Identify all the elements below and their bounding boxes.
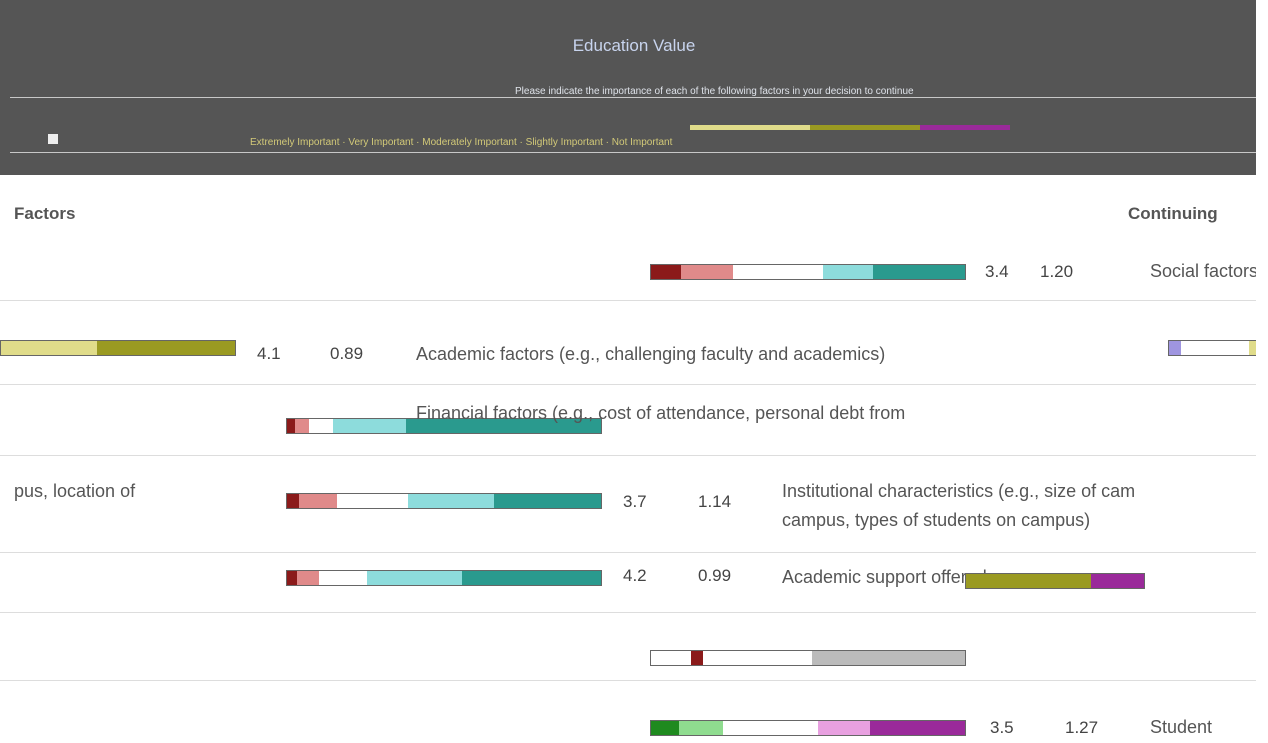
sd-value: 1.27 (1065, 718, 1099, 737)
row-divider (0, 552, 1268, 553)
rating-bar (286, 493, 602, 509)
page-title: Education Value (572, 36, 696, 55)
header-legend: Extremely Important · Very Important · M… (250, 137, 673, 148)
header-subtitle: Please indicate the importance of each o… (515, 86, 914, 97)
factor-label: Student (1150, 717, 1213, 737)
mean-value: 3.4 (985, 262, 1009, 281)
rating-bar (650, 264, 966, 280)
header-panel: Education Value Please indicate the impo… (0, 0, 1268, 175)
factor-label-left: pus, location of (14, 481, 136, 501)
right-edge (1256, 0, 1268, 734)
row-divider (0, 455, 1268, 456)
factor-label: Academic support offered (782, 567, 987, 587)
mean-value: 4.1 (257, 344, 281, 363)
legend-bar-khaki (690, 125, 810, 130)
sd-value: 1.20 (1040, 262, 1074, 281)
rating-bar (286, 570, 602, 586)
rating-bar (965, 573, 1145, 589)
rating-bar (0, 340, 236, 356)
factor-label: Financial factors (e.g., cost of attenda… (416, 403, 906, 423)
mean-value: 4.2 (623, 566, 647, 585)
mean-value: 3.7 (623, 492, 647, 511)
legend-bar-olive (810, 125, 920, 130)
continuing-column-header: Continuing (1128, 204, 1218, 223)
factor-label: Institutional characteristics (e.g., siz… (782, 481, 1136, 501)
row-divider (0, 384, 1268, 385)
factor-label: Social factors (1150, 261, 1259, 281)
rating-bar (650, 650, 966, 666)
rating-bar (1168, 340, 1258, 356)
factor-label: campus, types of students on campus) (782, 510, 1091, 530)
legend-swatch (48, 134, 58, 144)
factor-label: Academic factors (e.g., challenging facu… (416, 344, 886, 364)
mean-value: 3.5 (990, 718, 1014, 737)
divider (10, 97, 1258, 98)
row-divider (0, 300, 1268, 301)
sd-value: 0.99 (698, 566, 732, 585)
divider (10, 152, 1258, 153)
sd-value: 0.89 (330, 344, 364, 363)
legend-bar-purple (920, 125, 1010, 130)
row-divider (0, 612, 1268, 613)
factors-column-header: Factors (14, 204, 76, 223)
sd-value: 1.14 (698, 492, 732, 511)
row-divider (0, 680, 1268, 681)
